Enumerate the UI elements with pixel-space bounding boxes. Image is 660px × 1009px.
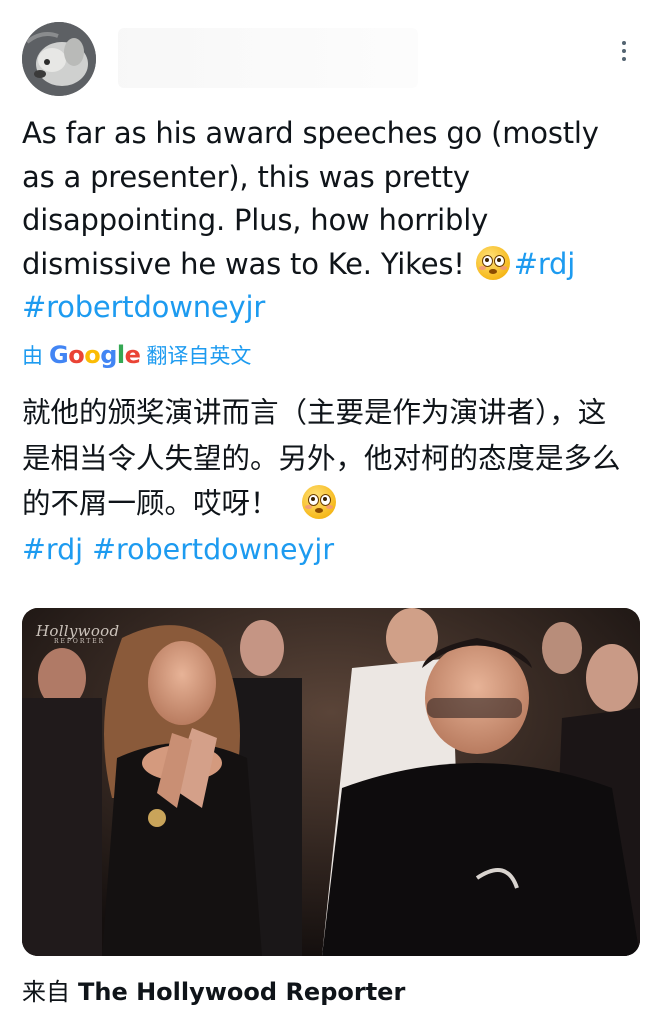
tweet-body: As far as his award speeches go (mostly … [22,112,632,330]
more-options-icon[interactable] [612,36,636,66]
translated-by-google-link[interactable]: 由 Google 翻译自英文 [22,340,251,371]
tweet-text: As far as his award speeches go (mostly … [22,116,599,281]
google-logo: Google [49,341,141,369]
translation-prefix: 由 [22,344,43,368]
user-avatar[interactable] [22,22,96,96]
hashtag-rdj-link[interactable]: #rdj [22,533,83,566]
video-thumbnail [22,608,640,956]
hashtag-rdj-link[interactable]: #rdj [514,247,576,281]
source-attribution[interactable]: 来自 The Hollywood Reporter [22,975,405,1009]
video-media[interactable]: Hollywood REPORTER [22,608,640,956]
source-prefix: 来自 [22,978,70,1006]
flushed-face-emoji-icon [301,485,336,519]
hollywood-reporter-watermark: Hollywood REPORTER [36,622,120,645]
hashtag-robertdowneyjr-link[interactable]: #robertdowneyjr [22,290,265,324]
hashtag-robertdowneyjr-link[interactable]: #robertdowneyjr [92,533,334,566]
translation-suffix: 翻译自英文 [146,344,252,368]
user-name-redacted [118,28,418,88]
translated-tweet-body: 就他的颁奖演讲而言（主要是作为演讲者），这是相当令人失望的。另外，他对柯的态度是… [22,390,622,572]
source-name: The Hollywood Reporter [78,978,406,1006]
flushed-face-emoji-icon [475,245,510,280]
